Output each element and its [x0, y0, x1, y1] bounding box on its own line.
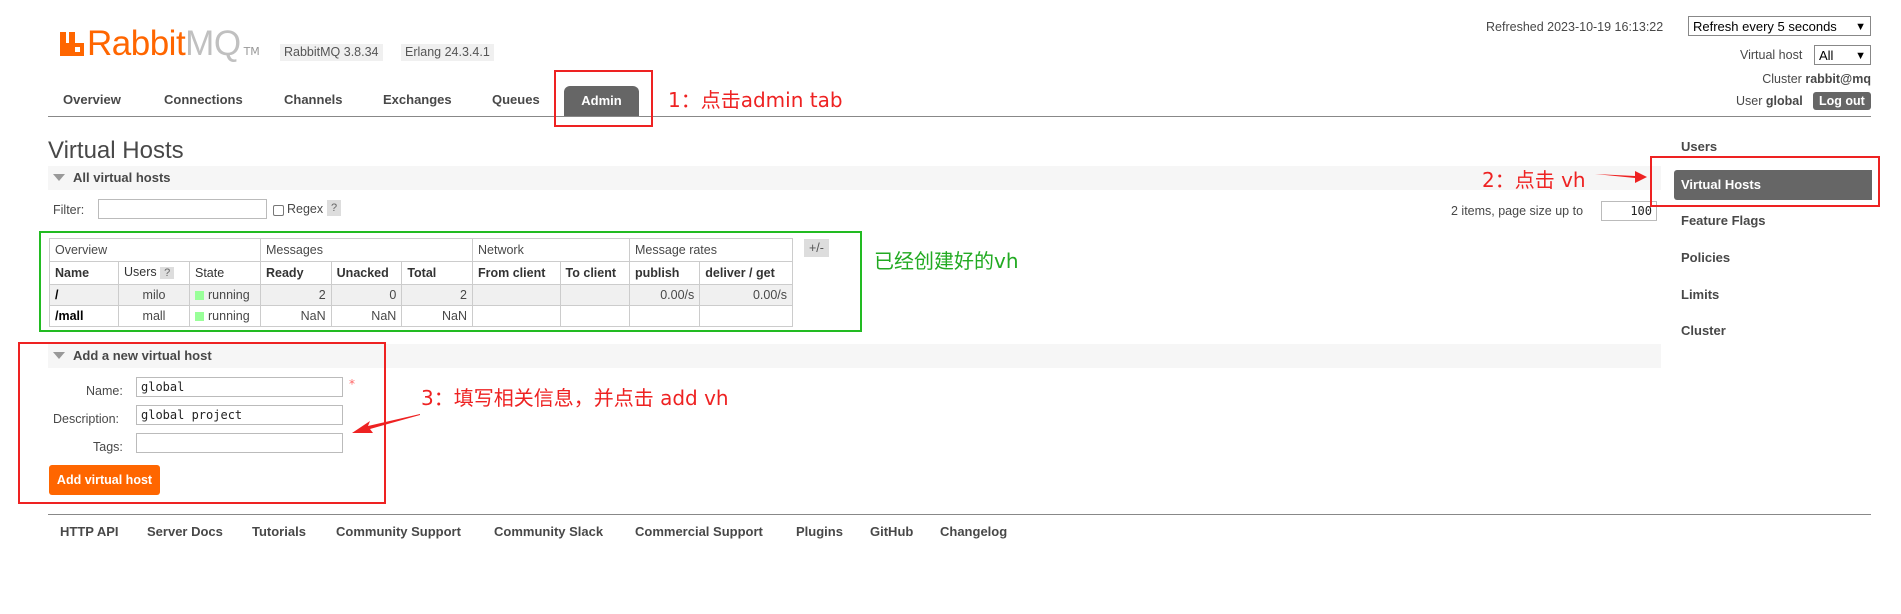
footer-link-tutorials[interactable]: Tutorials: [252, 524, 306, 539]
cluster-value: rabbit@mq: [1805, 72, 1871, 86]
tab-divider: [48, 116, 1871, 117]
regex-label: Regex: [287, 202, 324, 216]
footer-link-github[interactable]: GitHub: [870, 524, 913, 539]
tab-connections[interactable]: Connections: [164, 92, 243, 107]
pagination-text: 2 items, page size up to: [1451, 204, 1584, 218]
logo-rabbit-text: Rabbit: [87, 24, 186, 63]
arrow-left-icon: [352, 414, 420, 433]
sidebar-item-users[interactable]: Users: [1681, 139, 1717, 154]
footer-link-commercial-support[interactable]: Commercial Support: [635, 524, 763, 539]
sidebar-item-feature-flags[interactable]: Feature Flags: [1681, 213, 1766, 228]
footer-link-community-support[interactable]: Community Support: [336, 524, 461, 539]
rabbitmq-logo[interactable]: RabbitMQ TM: [58, 24, 260, 64]
sidebar-item-limits[interactable]: Limits: [1681, 287, 1719, 302]
annotation-created: 已经创建好的vh: [874, 249, 1019, 273]
footer-divider: [48, 514, 1871, 515]
page-title: Virtual Hosts: [48, 137, 184, 164]
annotation-box-admin-tab: [554, 70, 653, 127]
footer-link-changelog[interactable]: Changelog: [940, 524, 1007, 539]
footer-link-server-docs[interactable]: Server Docs: [147, 524, 223, 539]
tab-queues[interactable]: Queues: [492, 92, 540, 107]
all-vhosts-heading: All virtual hosts: [73, 170, 171, 185]
filter-input[interactable]: [98, 199, 267, 219]
regex-help-button[interactable]: ?: [327, 200, 342, 216]
annotation-box-created-vhosts: [39, 231, 862, 332]
rabbit-logo-icon: [60, 32, 84, 56]
virtual-host-select[interactable]: All ▼: [1814, 45, 1871, 65]
virtual-host-label: Virtual host: [1740, 48, 1803, 62]
cluster-label: Cluster: [1762, 72, 1802, 86]
user-value: global: [1765, 94, 1803, 108]
footer-link-http-api[interactable]: HTTP API: [60, 524, 119, 539]
annotation-step3: 3：填写相关信息，并点击 add vh: [421, 386, 729, 410]
tab-channels[interactable]: Channels: [284, 92, 343, 107]
logo-tm-text: TM: [243, 45, 260, 58]
refresh-interval-select[interactable]: Refresh every 5 seconds ▼: [1688, 16, 1871, 36]
footer-link-plugins[interactable]: Plugins: [796, 524, 843, 539]
arrow-right-icon: [1595, 171, 1647, 183]
logout-button[interactable]: Log out: [1813, 92, 1871, 110]
chevron-down-icon: ▼: [1855, 21, 1866, 33]
user-label: User: [1736, 94, 1763, 108]
annotation-step2: 2：点击 vh: [1482, 168, 1586, 192]
filter-label: Filter:: [53, 203, 85, 217]
logo-mq-text: MQ: [185, 24, 241, 63]
tab-exchanges[interactable]: Exchanges: [383, 92, 452, 107]
collapse-triangle-icon: [53, 174, 65, 181]
annotation-box-virtual-hosts: [1650, 156, 1880, 207]
cluster-info: Cluster rabbit@mq: [1762, 72, 1871, 86]
sidebar-item-cluster[interactable]: Cluster: [1681, 323, 1726, 338]
rabbitmq-version-badge: RabbitMQ 3.8.34: [280, 44, 383, 61]
annotation-box-add-vhost: [18, 342, 386, 504]
annotation-step1: 1：点击admin tab: [668, 88, 843, 112]
all-vhosts-section-header[interactable]: All virtual hosts: [48, 166, 1661, 190]
tab-overview[interactable]: Overview: [63, 92, 121, 107]
user-info: User global: [1736, 94, 1803, 108]
refreshed-timestamp: Refreshed 2023-10-19 16:13:22: [1486, 20, 1664, 34]
chevron-down-icon: ▼: [1855, 50, 1866, 62]
erlang-version-badge: Erlang 24.3.4.1: [401, 44, 494, 61]
sidebar-item-policies[interactable]: Policies: [1681, 250, 1730, 265]
page-size-input[interactable]: 100: [1601, 201, 1657, 221]
regex-checkbox[interactable]: [273, 205, 284, 216]
footer-link-community-slack[interactable]: Community Slack: [494, 524, 603, 539]
